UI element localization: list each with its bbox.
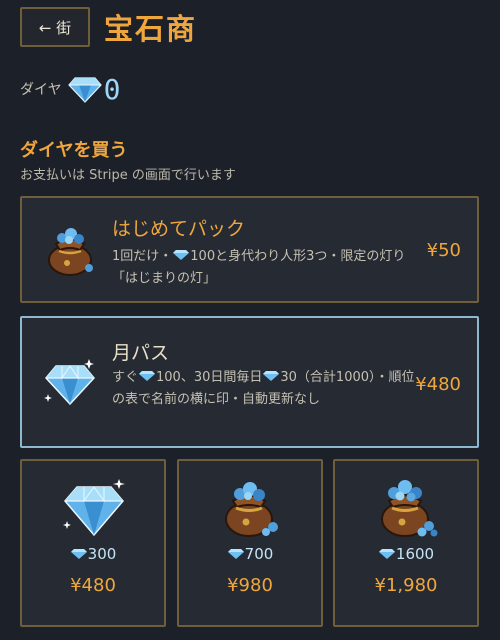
diamond-icon xyxy=(263,371,280,381)
diamond-balance: ダイヤ 0 xyxy=(20,72,120,106)
section-title: ダイヤを買う xyxy=(20,140,128,161)
balance-value: 0 xyxy=(103,72,121,106)
pack-price: ¥480 xyxy=(70,575,116,596)
diamond-icon xyxy=(67,77,102,103)
diamond-pack-700[interactable]: 700 ¥980 xyxy=(177,459,323,627)
card-price: ¥50 xyxy=(426,240,461,261)
diamond-icon xyxy=(44,359,95,406)
page-title: 宝石商 xyxy=(104,12,198,46)
pack-amount: 1600 xyxy=(335,545,477,563)
pack-price: ¥1,980 xyxy=(374,575,438,596)
card-title: 月パス xyxy=(112,342,170,364)
pack-amount: 300 xyxy=(22,545,164,563)
gem-bag-icon xyxy=(381,480,438,537)
gem-bag-icon xyxy=(48,228,93,276)
diamond-pack-1600[interactable]: 1600 ¥1,980 xyxy=(333,459,479,627)
diamond-icon xyxy=(378,549,395,559)
starter-pack-card[interactable]: はじめてパック 1回だけ・ 100と身代わり人形3つ・限定の灯り「はじまりの灯」 … xyxy=(20,196,479,303)
diamond-icon xyxy=(70,549,87,559)
diamond-icon xyxy=(139,371,156,381)
balance-label: ダイヤ xyxy=(20,82,62,98)
diamond-icon xyxy=(63,479,125,537)
card-description: 1回だけ・ 100と身代わり人形3つ・限定の灯り「はじまりの灯」 xyxy=(112,249,406,286)
diamond-icon xyxy=(227,549,244,559)
header: ← 街 宝石商 xyxy=(20,5,197,49)
gem-bag-icon xyxy=(225,482,278,537)
card-title: はじめてパック xyxy=(112,218,246,240)
card-price: ¥480 xyxy=(415,374,461,395)
pack-amount: 700 xyxy=(179,545,321,563)
diamond-pack-300[interactable]: 300 ¥480 xyxy=(20,459,166,627)
card-description: すぐ 100、30日間毎日 30（合計1000）・順位の表で名前の横に印・自動更新な… xyxy=(112,370,415,407)
diamond-icon xyxy=(173,250,190,260)
pack-price: ¥980 xyxy=(227,575,273,596)
section-subtitle: お支払いは Stripe の画面で行います xyxy=(20,168,236,183)
monthly-pass-card[interactable]: 月パス すぐ 100、30日間毎日 30（合計1000）・順位の表で名前の横に印・自… xyxy=(20,316,479,448)
back-to-town-button[interactable]: ← 街 xyxy=(20,7,90,47)
